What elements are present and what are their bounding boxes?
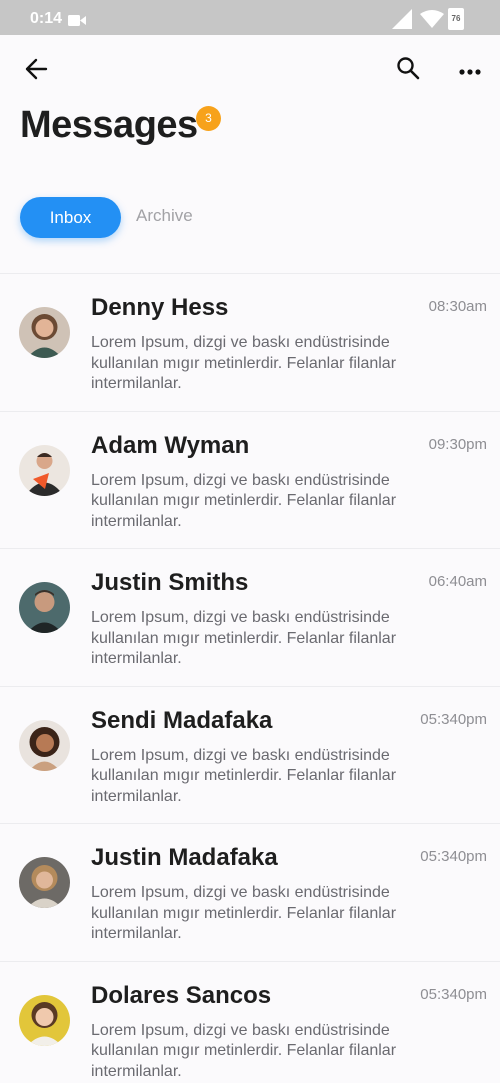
message-time: 05:340pm xyxy=(420,985,487,1003)
back-arrow-icon xyxy=(24,58,48,85)
more-button[interactable] xyxy=(454,56,486,86)
tab-archive[interactable]: Archive xyxy=(136,206,193,226)
message-time: 05:340pm xyxy=(420,848,487,865)
search-button[interactable] xyxy=(392,54,424,86)
back-button[interactable] xyxy=(20,56,52,86)
message-preview: Lorem Ipsum, dizgi ve baskı endüstrisind… xyxy=(91,884,397,942)
message-item[interactable]: Justin Smiths 06:40am Lorem Ipsum, dizgi… xyxy=(0,549,500,687)
battery-level: 76 xyxy=(451,14,461,23)
search-icon xyxy=(396,56,420,85)
page-title: Messages xyxy=(20,104,198,146)
message-item[interactable]: Justin Madafaka 05:340pm Lorem Ipsum, di… xyxy=(0,824,500,962)
message-item[interactable]: Sendi Madafaka 05:340pm Lorem Ipsum, diz… xyxy=(0,687,500,824)
contact-name: Denny Hess xyxy=(91,294,229,321)
message-time: 05:340pm xyxy=(420,710,487,728)
battery-icon: 76 xyxy=(448,8,464,30)
message-time: 09:30pm xyxy=(428,435,487,453)
avatar xyxy=(19,307,70,358)
video-camera-icon xyxy=(68,13,86,31)
message-preview: Lorem Ipsum, dizgi ve baskı endüstrisind… xyxy=(91,1021,397,1080)
message-preview: Lorem Ipsum, dizgi ve baskı endüstrisind… xyxy=(91,746,397,805)
avatar xyxy=(19,994,70,1046)
message-preview: Lorem Ipsum, dizgi ve baskı endüstrisind… xyxy=(91,609,397,667)
contact-name: Sendi Madafaka xyxy=(91,706,273,734)
message-time: 06:40am xyxy=(428,573,487,590)
more-dots-icon xyxy=(459,62,481,80)
contact-name: Adam Wyman xyxy=(91,431,250,459)
avatar xyxy=(19,444,70,496)
avatar xyxy=(19,719,70,771)
message-preview: Lorem Ipsum, dizgi ve baskı endüstrisind… xyxy=(91,334,397,392)
unread-count-badge: 3 xyxy=(196,106,221,131)
status-bar: 0:14 76 xyxy=(0,0,500,35)
message-time: 08:30am xyxy=(428,298,487,315)
avatar xyxy=(19,582,70,633)
message-item[interactable]: Dolares Sancos 05:340pm Lorem Ipsum, diz… xyxy=(0,962,500,1083)
contact-name: Justin Smiths xyxy=(91,569,249,596)
signal-icon xyxy=(392,9,412,34)
message-preview: Lorem Ipsum, dizgi ve baskı endüstrisind… xyxy=(91,471,397,530)
contact-name: Dolares Sancos xyxy=(91,981,272,1009)
wifi-icon xyxy=(420,10,444,33)
message-item[interactable]: Denny Hess 08:30am Lorem Ipsum, dizgi ve… xyxy=(0,274,500,412)
contact-name: Justin Madafaka xyxy=(91,844,278,871)
avatar xyxy=(19,857,70,908)
status-time: 0:14 xyxy=(30,10,63,27)
message-list: Denny Hess 08:30am Lorem Ipsum, dizgi ve… xyxy=(0,273,500,1083)
tab-inbox[interactable]: Inbox xyxy=(20,197,121,238)
message-item[interactable]: Adam Wyman 09:30pm Lorem Ipsum, dizgi ve… xyxy=(0,412,500,549)
